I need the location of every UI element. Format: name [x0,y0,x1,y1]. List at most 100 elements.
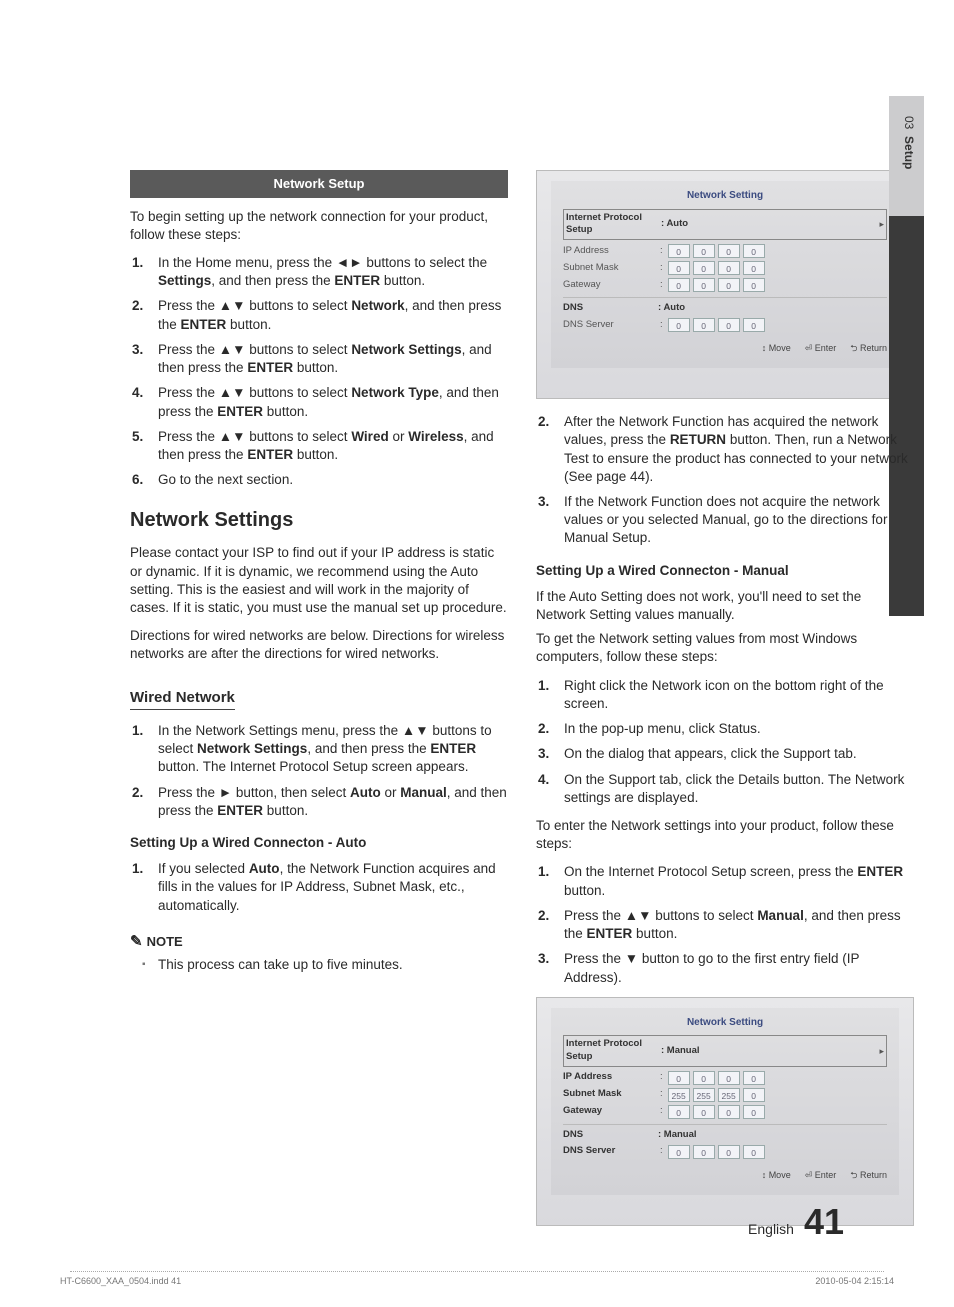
chapter-label: 03 Setup [901,116,917,169]
ns-step: Press the ▲▼ buttons to select Wired or … [130,428,508,464]
osd-enter: ⏎ Enter [805,1169,837,1181]
osd-field-label: Gateway [563,1105,658,1118]
osd-rows: IP Address:0000 Subnet Mask:2552552550 Gat… [563,1071,887,1119]
osd-move: ↕ Move [762,1169,791,1181]
imprint-right: 2010-05-04 2:15:14 [815,1275,894,1287]
ns-intro: To begin setting up the network connecti… [130,208,508,244]
netset-p2: Directions for wired networks are below.… [130,627,508,663]
manual-get-step: In the pop-up menu, click Status. [536,720,914,738]
left-column: Network Setup To begin setting up the ne… [130,170,508,1240]
manual-enter-step: On the Internet Protocol Setup screen, p… [536,863,914,899]
ip-octet: 0 [718,278,740,292]
osd-selected-label: Internet Protocol Setup [566,212,661,238]
dns-value: : Auto [658,302,685,315]
manual-get-step: On the Support tab, click the Details bu… [536,771,914,807]
section-bar-network-setup: Network Setup [130,170,508,198]
ip-octet: 0 [693,1105,715,1119]
ip-octet: 0 [718,1105,740,1119]
ip-octet: 0 [693,244,715,258]
ip-octet: 0 [718,244,740,258]
ip-octet: 0 [743,1105,765,1119]
osd-selected-value: : Auto [661,218,879,231]
osd-field-label: IP Address [563,1071,658,1084]
manual-enter-step: Press the ▼ button to go to the first en… [536,950,914,986]
ip-octet: 0 [668,278,690,292]
ip-octet: 0 [668,244,690,258]
wired-steps: In the Network Settings menu, press the … [130,722,508,820]
content-columns: Network Setup To begin setting up the ne… [130,170,914,1240]
ip-octet: 255 [693,1088,715,1102]
dns-server-label: DNS Server [563,1145,658,1158]
dns-value: : Manual [658,1129,697,1142]
ip-octet: 0 [718,1071,740,1085]
chapter-name: Setup [902,136,916,169]
osd-field-row: Subnet Mask:2552552550 [563,1088,887,1102]
osd-dns-row: DNS : Manual [563,1129,887,1142]
ip-octet: 0 [743,1088,765,1102]
ns-step: In the Home menu, press the ◄► buttons t… [130,254,508,290]
osd-selected-label: Internet Protocol Setup [566,1038,661,1064]
manual-get-step: On the dialog that appears, click the Su… [536,745,914,763]
osd-field-label: Gateway [563,279,658,292]
ip-octet: 0 [668,1071,690,1085]
ip-octet: 0 [693,261,715,275]
ns-step: Press the ▲▼ buttons to select Network S… [130,341,508,377]
osd-title: Network Setting [563,189,887,203]
osd-field-label: Subnet Mask [563,1088,658,1101]
osd-field-row: Gateway:0000 [563,278,887,292]
osd-field-row: IP Address:0000 [563,1071,887,1085]
ip-octet: 0 [693,1071,715,1085]
dns-label: DNS [563,1129,658,1142]
imprint: HT-C6600_XAA_0504.indd 41 2010-05-04 2:1… [60,1271,894,1287]
after-osd1-step: After the Network Function has acquired … [536,413,914,486]
osd-return: ⮌ Return [850,1169,887,1181]
osd-return: ⮌ Return [850,342,887,354]
network-settings-heading: Network Settings [130,507,508,534]
dns-label: DNS [563,302,658,315]
wired-manual-heading: Setting Up a Wired Connecton - Manual [536,562,914,580]
osd-dns-row: DNS : Auto [563,302,887,315]
ip-octet: 0 [743,261,765,275]
osd-field-label: IP Address [563,245,658,258]
osd-field-row: Subnet Mask:0000 [563,261,887,275]
ns-step: Go to the next section. [130,471,508,489]
wired-network-heading: Wired Network [130,688,235,710]
page-number: 41 [804,1198,844,1247]
imprint-left: HT-C6600_XAA_0504.indd 41 [60,1275,181,1287]
osd-field-label: Subnet Mask [563,262,658,275]
after-osd1-step: If the Network Function does not acquire… [536,493,914,548]
note-icon: ✎ [130,934,143,949]
osd-footer: ↕ Move ⏎ Enter ⮌ Return [563,342,887,354]
ns-steps: In the Home menu, press the ◄► buttons t… [130,254,508,489]
note-heading: ✎ NOTE [130,933,508,951]
right-column: Network Setting Internet Protocol Setup … [536,170,914,1240]
osd-title: Network Setting [563,1016,887,1030]
chevron-right-icon: ▸ [879,1045,884,1057]
note-label: NOTE [147,933,183,951]
dns-server-label: DNS Server [563,319,658,332]
page: 03 Setup Network Setup To begin setting … [0,0,954,1307]
manual-enter-step: Press the ▲▼ buttons to select Manual, a… [536,907,914,943]
ip-octet: 0 [718,261,740,275]
osd-selected-value: : Manual [661,1045,879,1058]
manual-get-steps: Right click the Network icon on the bott… [536,677,914,807]
auto-step: If you selected Auto, the Network Functi… [130,860,508,915]
osd-auto: Network Setting Internet Protocol Setup … [536,170,914,399]
ip-octet: 255 [718,1088,740,1102]
chapter-number: 03 [902,116,916,129]
manual-p2: To get the Network setting values from m… [536,630,914,666]
ns-step: Press the ▲▼ buttons to select Network, … [130,297,508,333]
wired-auto-heading: Setting Up a Wired Connecton - Auto [130,834,508,852]
ip-octet: 0 [743,1071,765,1085]
manual-enter-intro: To enter the Network settings into your … [536,817,914,853]
osd-selected-row: Internet Protocol Setup : Auto ▸ [563,209,887,241]
ip-octet: 0 [668,261,690,275]
wired-step: Press the ► button, then select Auto or … [130,784,508,820]
footer-language: English [748,1220,794,1239]
osd-move: ↕ Move [762,342,791,354]
ip-octet: 255 [668,1088,690,1102]
ip-octet: 0 [693,278,715,292]
note-item: This process can take up to five minutes… [130,956,508,974]
ip-octet: 0 [668,1105,690,1119]
osd-rows: IP Address:0000Subnet Mask:0000Gateway:0… [563,244,887,292]
